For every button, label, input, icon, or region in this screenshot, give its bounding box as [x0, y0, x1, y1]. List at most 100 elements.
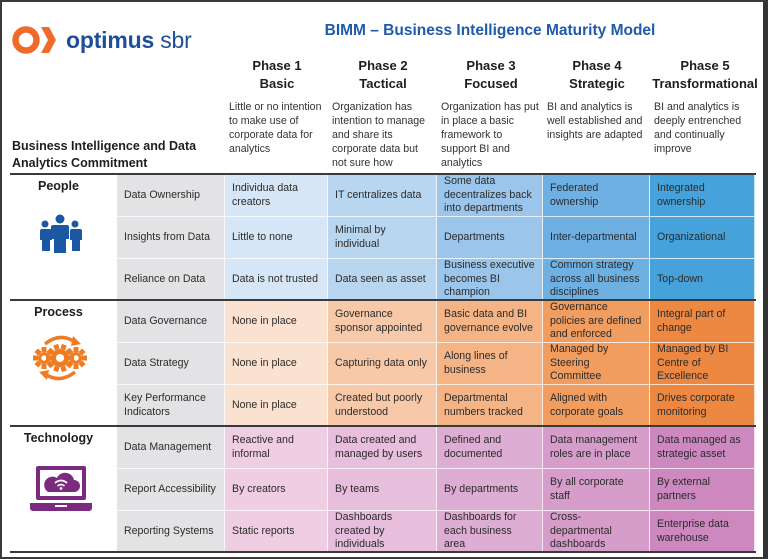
- phase-cell: Data managed as strategic asset: [650, 427, 755, 469]
- phase-description-line: framework to: [441, 129, 503, 141]
- row-category: Key Performance Indicators: [117, 385, 225, 427]
- commitment-label: Business Intelligence and Data Analytics…: [12, 138, 196, 172]
- phase-header: Phase 3 Focused: [431, 57, 551, 93]
- phase-cell: Static reports: [225, 511, 328, 553]
- phase-cell: None in place: [225, 343, 328, 385]
- optimus-sbr-logo: optimus sbr: [12, 24, 192, 56]
- phase-cell: None in place: [225, 301, 328, 343]
- phase-description-line: Organization has put: [441, 101, 539, 113]
- phase-cell: Governance sponsor appointed: [328, 301, 437, 343]
- phase-cell: By creators: [225, 469, 328, 511]
- phase-description-line: BI and analytics is: [547, 101, 633, 113]
- table-row: Reliance on Data Data is not trusted Data …: [117, 259, 755, 301]
- row-category: Data Ownership: [117, 175, 225, 217]
- phase-cell: Integrated ownership: [650, 175, 755, 217]
- phase-header: Phase 4 Strategic: [537, 57, 657, 93]
- phase-cell: Drives corporate monitoring: [650, 385, 755, 427]
- phase-cell: Cross-departmental dashboards: [543, 511, 650, 553]
- phase-cell: Organizational: [650, 217, 755, 259]
- phase-description-line: analytics: [441, 157, 483, 169]
- phase-description: Organization has intention to manage and s…: [332, 100, 445, 170]
- commitment-label-line: Analytics Commitment: [12, 156, 148, 170]
- table-row: Data Strategy None in place Capturing data…: [117, 343, 755, 385]
- table-row: Data Management Reactive and informal Data…: [117, 427, 755, 469]
- phase-number: Phase 3: [466, 58, 516, 73]
- table-row: Reporting Systems Static reports Dashboard…: [117, 511, 755, 553]
- phase-cell: Departments: [437, 217, 543, 259]
- section-divider: [10, 551, 756, 553]
- phase-number: Phase 1: [252, 58, 302, 73]
- phase-description-line: support BI and: [441, 143, 510, 155]
- phase-cell: Created but poorly understood: [328, 385, 437, 427]
- phase-cell: Inter-departmental: [543, 217, 650, 259]
- phase-description-line: and share its: [332, 129, 393, 141]
- phase-cell: Individua data creators: [225, 175, 328, 217]
- phase-description: Little or no intention to make use of corp…: [229, 100, 336, 156]
- table-row: Report Accessibility By creators By teams B…: [117, 469, 755, 511]
- phase-cell: Managed by Steering Committee: [543, 343, 650, 385]
- phase-label: Strategic: [569, 76, 625, 91]
- phase-cell: Data created and managed by users: [328, 427, 437, 469]
- phase-cell: Basic data and BI governance evolve: [437, 301, 543, 343]
- table-row: Insights from Data Little to none Minimal …: [117, 217, 755, 259]
- section-title-people: People: [38, 179, 79, 193]
- phase-cell: Some data decentralizes back into depart…: [437, 175, 543, 217]
- people-group-icon: [37, 214, 83, 259]
- phase-cell: Common strategy across all business disc…: [543, 259, 650, 301]
- phase-description-line: Organization has: [332, 101, 413, 113]
- table-row: Data Ownership Individua data creators IT …: [117, 175, 755, 217]
- phase-cell: Enterprise data warehouse: [650, 511, 755, 553]
- phase-cell: Dashboards created by individuals: [328, 511, 437, 553]
- row-category: Report Accessibility: [117, 469, 225, 511]
- commitment-label-line: Business Intelligence and Data: [12, 139, 197, 153]
- phase-description-line: insights are adapted: [547, 129, 643, 141]
- logo-mark-icon: [12, 26, 56, 54]
- phase-description-line: well established and: [547, 115, 643, 127]
- phase-number: Phase 4: [572, 58, 622, 73]
- row-category: Reliance on Data: [117, 259, 225, 301]
- phase-description-line: improve: [654, 143, 692, 155]
- phase-cell: Data seen as asset: [328, 259, 437, 301]
- phase-cell: Data management roles are in place: [543, 427, 650, 469]
- phase-description-line: corporate data for: [229, 129, 313, 141]
- phase-cell: Top-down: [650, 259, 755, 301]
- phase-cell: Integral part of change: [650, 301, 755, 343]
- phase-cell: Minimal by individual: [328, 217, 437, 259]
- laptop-cloud-icon: [30, 465, 92, 518]
- row-category: Data Management: [117, 427, 225, 469]
- phase-cell: Along lines of business: [437, 343, 543, 385]
- row-category: Data Governance: [117, 301, 225, 343]
- phase-cell: Capturing data only: [328, 343, 437, 385]
- logo-text: optimus sbr: [66, 26, 192, 53]
- phase-cell: Defined and documented: [437, 427, 543, 469]
- phase-label: Basic: [259, 76, 295, 91]
- phase-cell: Little to none: [225, 217, 328, 259]
- phase-label: Focused: [464, 76, 518, 91]
- phase-cell: By all corporate staff: [543, 469, 650, 511]
- phase-label: Transformational: [652, 76, 758, 91]
- row-category: Reporting Systems: [117, 511, 225, 553]
- phase-header: Phase 1 Basic: [217, 57, 337, 93]
- phase-number: Phase 2: [358, 58, 408, 73]
- phase-description-line: corporate data but: [332, 143, 418, 155]
- phase-cell: Aligned with corporate goals: [543, 385, 650, 427]
- row-category: Insights from Data: [117, 217, 225, 259]
- phase-description: BI and analytics is well established and i…: [547, 100, 658, 142]
- phase-cell: IT centralizes data: [328, 175, 437, 217]
- section-title-technology: Technology: [23, 431, 94, 445]
- phase-cell: Reactive and informal: [225, 427, 328, 469]
- phase-description-line: BI and analytics is: [654, 101, 740, 113]
- phase-header: Phase 2 Tactical: [323, 57, 443, 93]
- phase-cell: Departmental numbers tracked: [437, 385, 543, 427]
- gears-cycle-icon: [33, 333, 87, 388]
- phase-description: BI and analytics is deeply entrenched and …: [654, 100, 763, 156]
- phase-description-line: to make use of: [229, 115, 299, 127]
- phase-header: Phase 5 Transformational: [645, 57, 765, 93]
- table-row: Key Performance Indicators None in place C…: [117, 385, 755, 427]
- table-row: Data Governance None in place Governance s…: [117, 301, 755, 343]
- phase-description-line: analytics: [229, 143, 271, 155]
- phase-cell: Dashboards for each business area: [437, 511, 543, 553]
- phase-label: Tactical: [359, 76, 407, 91]
- phase-description-line: Little or no intention: [229, 101, 322, 113]
- phase-description-line: and continually: [654, 129, 725, 141]
